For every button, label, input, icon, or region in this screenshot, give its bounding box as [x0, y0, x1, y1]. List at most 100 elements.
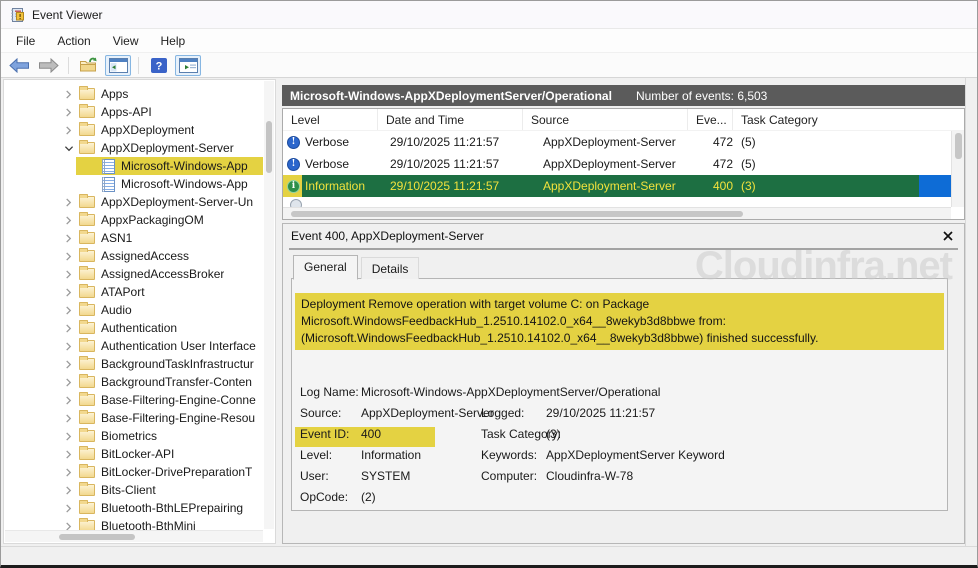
column-header-task-category[interactable]: Task Category: [733, 109, 964, 130]
window-frame-strip: [965, 78, 977, 546]
tree-horizontal-scrollbar[interactable]: [5, 530, 263, 542]
show-action-pane-button[interactable]: [175, 54, 201, 76]
level-cell: ! Verbose: [283, 153, 378, 175]
console-tree-panel: Apps Apps-API AppXDeployment AppXDeployment…: [3, 79, 276, 544]
scrollbar-thumb[interactable]: [266, 121, 272, 173]
close-icon: [943, 231, 953, 241]
chevron-right-icon[interactable]: [64, 89, 79, 99]
event-row[interactable]: ! Verbose 29/10/2025 11:21:57 AppXDeploymen…: [283, 131, 964, 153]
event-description: Deployment Remove operation with target …: [295, 293, 944, 350]
tree-item[interactable]: AssignedAccessBroker: [4, 265, 263, 283]
tree-item[interactable]: BackgroundTaskInfrastructur: [4, 355, 263, 373]
chevron-right-icon[interactable]: [64, 251, 79, 261]
toolbar-separator: [138, 56, 139, 74]
tree-vertical-scrollbar[interactable]: [264, 81, 274, 529]
forward-button[interactable]: [35, 55, 61, 76]
field-row-level: Level: Information Keywords: AppXDeploym…: [300, 446, 939, 467]
column-header-level[interactable]: Level: [283, 109, 378, 130]
event-row[interactable]: ! Verbose 29/10/2025 11:21:57 AppXDeploymen…: [283, 153, 964, 175]
tree-item[interactable]: Authentication: [4, 319, 263, 337]
tree-item[interactable]: AppXDeployment-Server-Un: [4, 193, 263, 211]
event-rows: ! Verbose 29/10/2025 11:21:57 AppXDeploymen…: [283, 131, 964, 197]
chevron-right-icon[interactable]: [64, 341, 79, 351]
date-cell: 29/10/2025 11:21:57: [390, 179, 500, 193]
tree-item-label: Microsoft-Windows-App: [121, 177, 248, 191]
chevron-right-icon[interactable]: [64, 449, 79, 459]
event-row[interactable]: i Information 29/10/2025 11:21:57 AppXDeplo…: [283, 175, 964, 197]
event-list: Level Date and Time Source Eve... Task Categ…: [282, 108, 965, 220]
chevron-right-icon[interactable]: [64, 305, 79, 315]
tree-item[interactable]: Bluetooth-BthLEPrepairing: [4, 499, 263, 517]
help-icon: ?: [151, 57, 167, 73]
level-text: Verbose: [305, 157, 350, 171]
chevron-right-icon[interactable]: [64, 503, 79, 513]
tree-item[interactable]: AppxPackagingOM: [4, 211, 263, 229]
tree-item[interactable]: Apps-API: [4, 103, 263, 121]
chevron-right-icon[interactable]: [64, 467, 79, 477]
back-arrow-icon: [8, 57, 29, 73]
event-detail-header: Event 400, AppXDeployment-Server: [283, 224, 964, 248]
detail-separator: [289, 248, 958, 250]
scrollbar-thumb[interactable]: [291, 211, 743, 217]
tree-item[interactable]: Authentication User Interface: [4, 337, 263, 355]
chevron-right-icon[interactable]: [64, 233, 79, 243]
scrollbar-thumb[interactable]: [59, 534, 135, 540]
verbose-level-icon: !: [287, 157, 300, 171]
folder-icon: [79, 194, 95, 208]
chevron-right-icon[interactable]: [64, 287, 79, 297]
log-header-bar: Microsoft-Windows-AppXDeploymentServer/O…: [282, 85, 965, 106]
column-header-eve-[interactable]: Eve...: [688, 109, 733, 130]
tree-item[interactable]: ASN1: [4, 229, 263, 247]
chevron-right-icon[interactable]: [64, 377, 79, 387]
task-category-value: (3): [546, 427, 561, 441]
close-detail-button[interactable]: [940, 228, 956, 244]
chevron-right-icon[interactable]: [64, 197, 79, 207]
tree-item[interactable]: Audio: [4, 301, 263, 319]
tree-item[interactable]: AppXDeployment-Server: [4, 139, 263, 157]
tree-item[interactable]: BitLocker-DrivePreparationT: [4, 463, 263, 481]
tree-item[interactable]: AppXDeployment: [4, 121, 263, 139]
chevron-right-icon[interactable]: [64, 431, 79, 441]
scrollbar-thumb[interactable]: [955, 133, 962, 159]
tree-item[interactable]: Apps: [4, 85, 263, 103]
tree-item[interactable]: BackgroundTransfer-Conten: [4, 373, 263, 391]
tab-details[interactable]: Details: [360, 257, 420, 279]
chevron-right-icon[interactable]: [64, 215, 79, 225]
chevron-right-icon[interactable]: [64, 269, 79, 279]
tree-item[interactable]: ATAPort: [4, 283, 263, 301]
tree-item[interactable]: Base-Filtering-Engine-Resou: [4, 409, 263, 427]
folder-icon: [79, 428, 95, 442]
tree-item[interactable]: AssignedAccess: [4, 247, 263, 265]
folder-icon: [79, 500, 95, 514]
column-header-date-and-time[interactable]: Date and Time: [378, 109, 523, 130]
chevron-right-icon[interactable]: [64, 359, 79, 369]
date-cell: 29/10/2025 11:21:57: [390, 135, 500, 149]
tree-item[interactable]: Microsoft-Windows-App: [4, 157, 263, 175]
tree-item[interactable]: Base-Filtering-Engine-Conne: [4, 391, 263, 409]
back-button[interactable]: [6, 55, 32, 76]
chevron-right-icon[interactable]: [64, 323, 79, 333]
chevron-right-icon[interactable]: [64, 395, 79, 405]
tree-item[interactable]: Biometrics: [4, 427, 263, 445]
menu-view[interactable]: View: [102, 31, 150, 51]
tree-item[interactable]: Bits-Client: [4, 481, 263, 499]
show-console-tree-button[interactable]: [105, 54, 131, 76]
chevron-right-icon[interactable]: [64, 125, 79, 135]
tab-general[interactable]: General: [293, 255, 358, 280]
tree-item[interactable]: BitLocker-API: [4, 445, 263, 463]
opcode-value: (2): [361, 490, 376, 504]
column-header-source[interactable]: Source: [523, 109, 688, 130]
chevron-right-icon[interactable]: [64, 107, 79, 117]
chevron-down-icon[interactable]: [64, 144, 79, 153]
export-folder-button[interactable]: [76, 55, 102, 76]
tree-item[interactable]: Microsoft-Windows-App: [4, 175, 263, 193]
help-button[interactable]: ?: [146, 55, 172, 76]
menu-file[interactable]: File: [5, 31, 46, 51]
chevron-right-icon[interactable]: [64, 413, 79, 423]
list-vertical-scrollbar[interactable]: [951, 131, 964, 207]
menu-help[interactable]: Help: [150, 31, 197, 51]
chevron-right-icon[interactable]: [64, 485, 79, 495]
level-cell: i Information: [283, 175, 378, 197]
menu-action[interactable]: Action: [46, 31, 101, 51]
list-horizontal-scrollbar[interactable]: [283, 207, 951, 219]
